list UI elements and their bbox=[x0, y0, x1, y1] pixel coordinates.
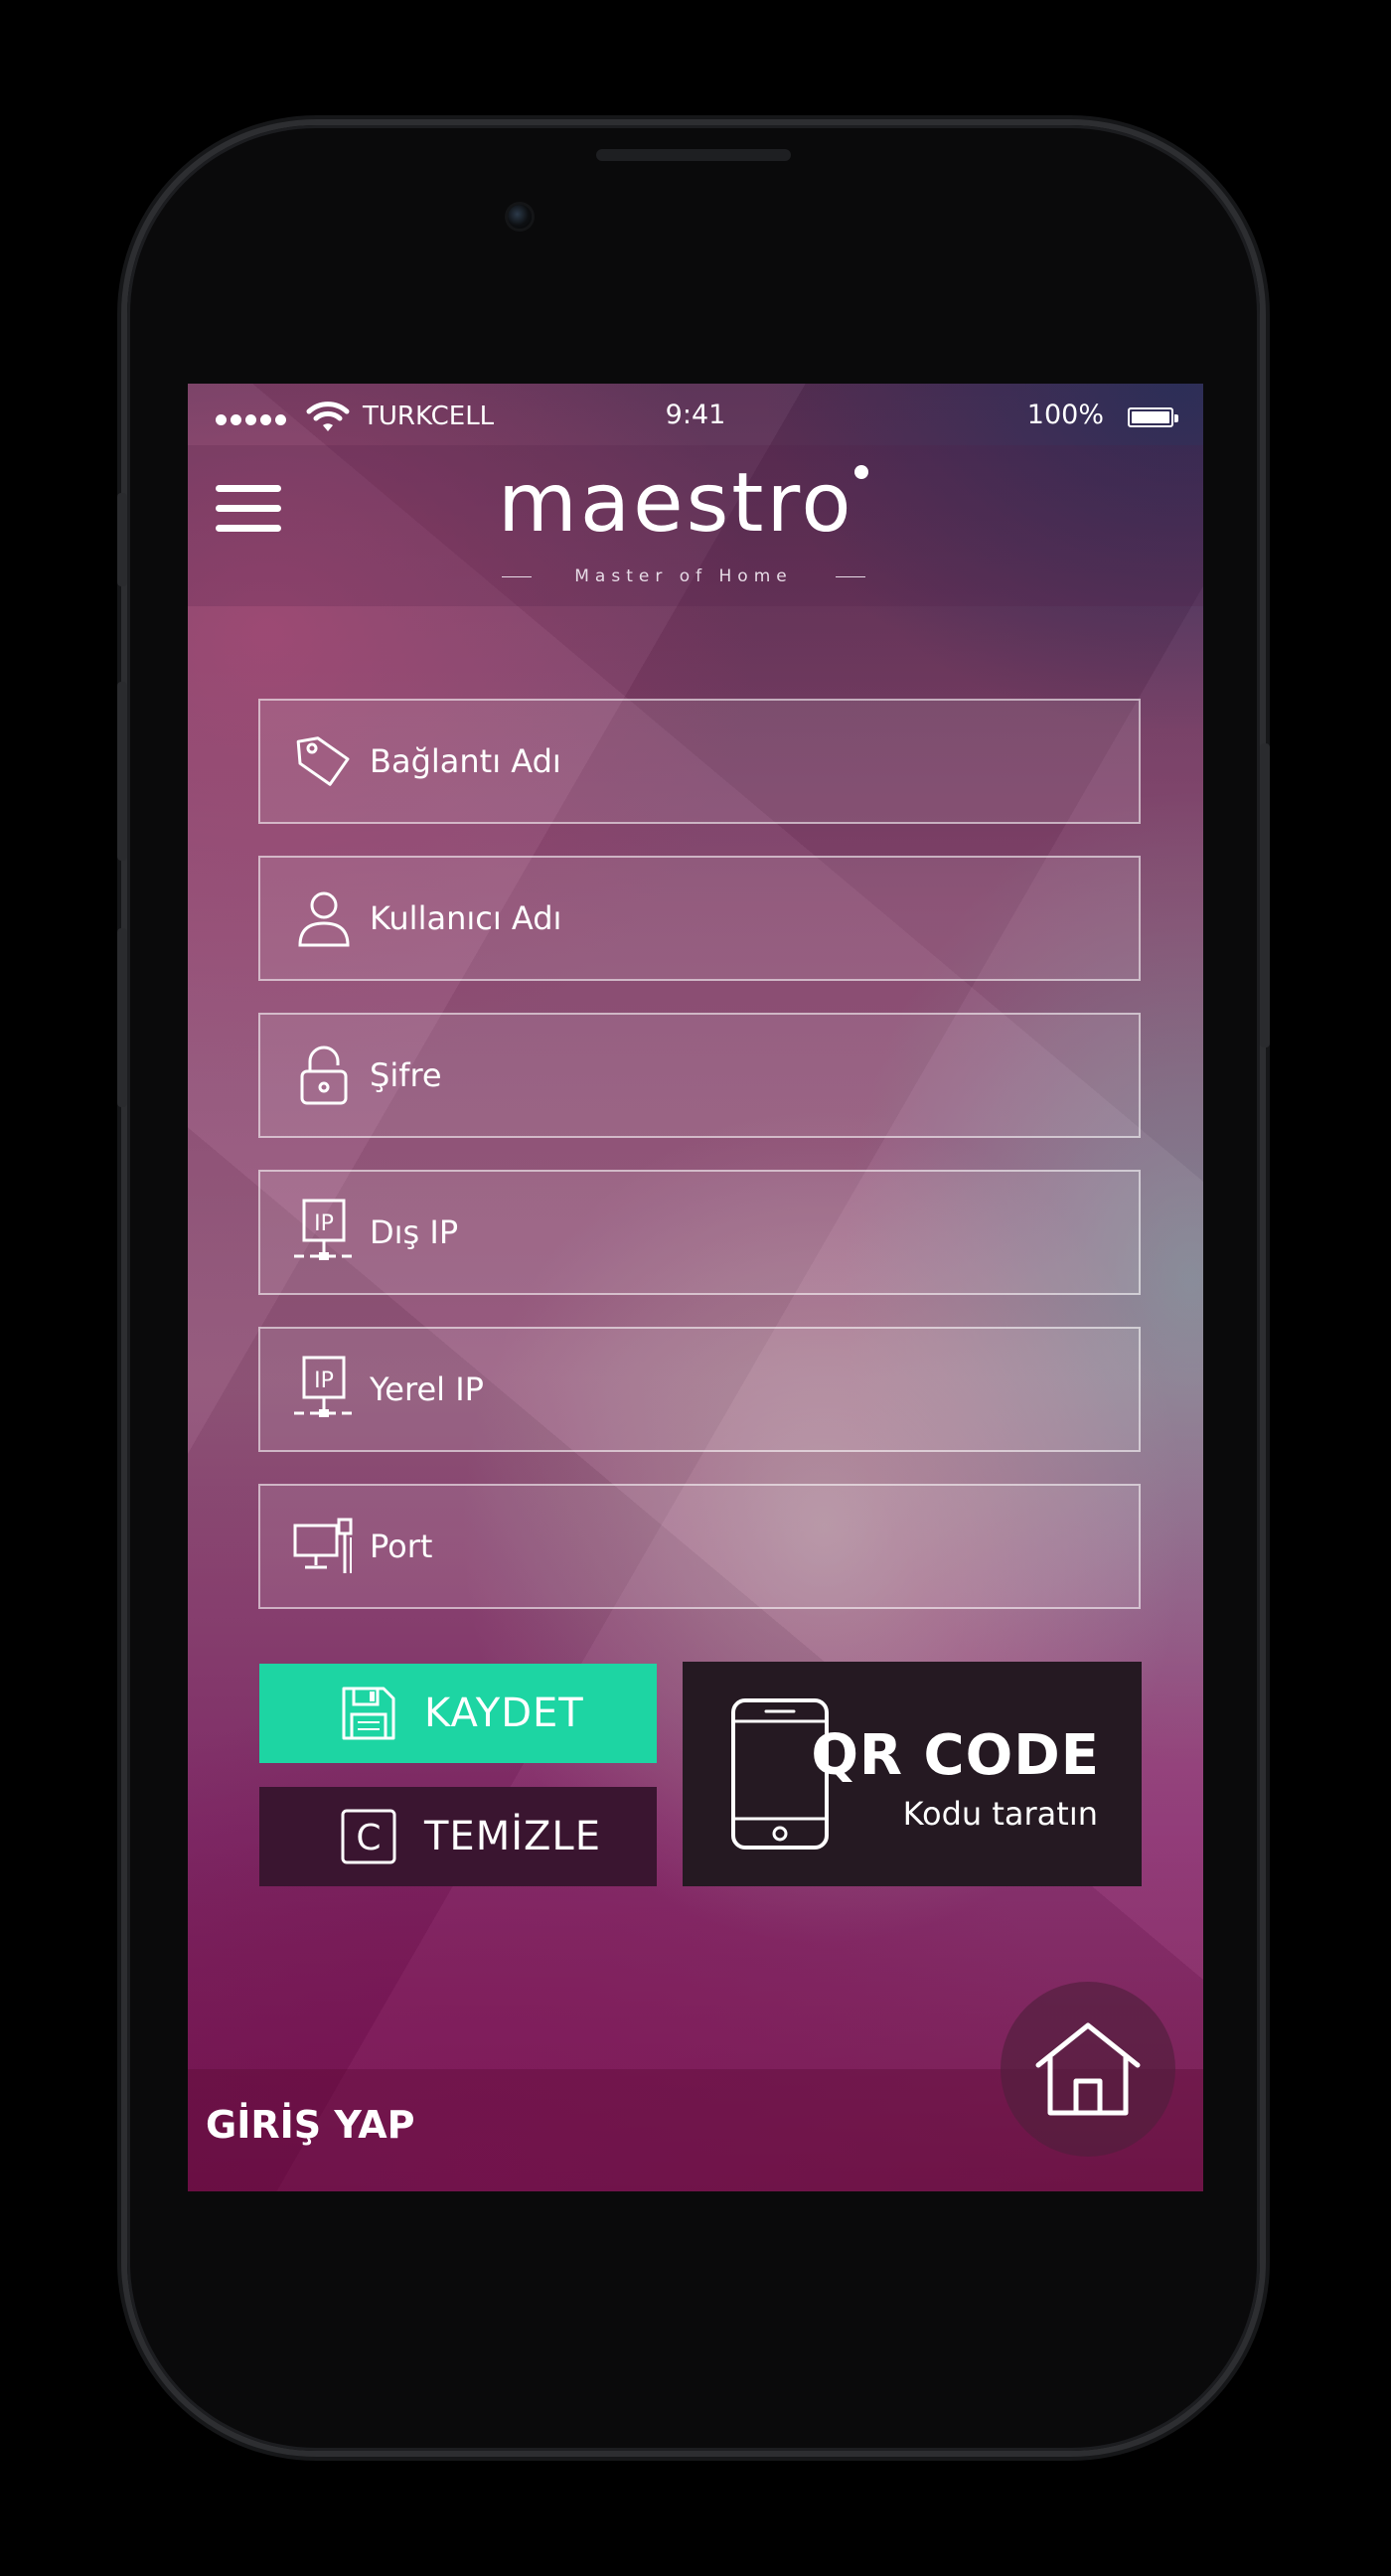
save-button[interactable]: KAYDET bbox=[259, 1664, 657, 1763]
username-field[interactable]: Kullanıcı Adı bbox=[258, 856, 1141, 981]
tag-icon bbox=[284, 726, 364, 796]
app-header: maestro Master of Home bbox=[188, 445, 1203, 606]
svg-text:IP: IP bbox=[314, 1368, 334, 1393]
clear-button[interactable]: C TEMİZLE bbox=[259, 1787, 657, 1886]
earpiece-speaker bbox=[596, 149, 791, 161]
logo-tagline: Master of Home bbox=[502, 566, 865, 586]
side-button-power bbox=[1260, 743, 1270, 1047]
local-ip-field[interactable]: IP Yerel IP bbox=[258, 1327, 1141, 1452]
qr-code-scan-button[interactable]: QR CODE Kodu taratın bbox=[683, 1662, 1142, 1886]
connection-name-field[interactable]: Bağlantı Adı bbox=[258, 699, 1141, 824]
clear-button-label: TEMİZLE bbox=[424, 1814, 601, 1859]
svg-text:IP: IP bbox=[314, 1211, 334, 1236]
login-button[interactable]: GİRİŞ YAP bbox=[206, 2103, 414, 2147]
battery-icon bbox=[1128, 407, 1178, 427]
username-placeholder: Kullanıcı Adı bbox=[370, 899, 562, 937]
maestro-logo: maestro bbox=[498, 463, 868, 545]
qr-code-subtitle: Kodu taratın bbox=[902, 1795, 1098, 1833]
app-screen: TURKCELL 9:41 100% maestro Master of Hom… bbox=[188, 384, 1203, 2191]
side-button-volume-down bbox=[117, 928, 127, 1107]
port-placeholder: Port bbox=[370, 1528, 433, 1565]
ip-network-icon: IP bbox=[284, 1198, 364, 1267]
external-ip-placeholder: Dış IP bbox=[370, 1213, 459, 1251]
clear-c-icon: C bbox=[339, 1807, 398, 1866]
side-button-mute bbox=[117, 493, 127, 586]
user-icon bbox=[284, 884, 364, 953]
lock-icon bbox=[284, 1041, 364, 1110]
status-bar: TURKCELL 9:41 100% bbox=[188, 384, 1203, 445]
home-icon bbox=[1035, 2022, 1141, 2116]
home-button[interactable] bbox=[1001, 1982, 1175, 2157]
front-camera bbox=[508, 205, 532, 229]
floppy-disk-icon bbox=[339, 1684, 398, 1743]
ip-network-icon: IP bbox=[284, 1355, 364, 1424]
svg-text:C: C bbox=[356, 1818, 381, 1858]
qr-code-title: QR CODE bbox=[811, 1723, 1100, 1788]
port-field[interactable]: Port bbox=[258, 1484, 1141, 1609]
external-ip-field[interactable]: IP Dış IP bbox=[258, 1170, 1141, 1295]
computer-port-icon bbox=[284, 1512, 364, 1581]
side-button-volume-up bbox=[117, 682, 127, 861]
local-ip-placeholder: Yerel IP bbox=[370, 1370, 484, 1408]
password-field[interactable]: Şifre bbox=[258, 1013, 1141, 1138]
battery-percentage: 100% bbox=[1026, 400, 1104, 430]
hamburger-menu-button[interactable] bbox=[216, 485, 285, 547]
connection-name-placeholder: Bağlantı Adı bbox=[370, 742, 561, 780]
save-button-label: KAYDET bbox=[424, 1690, 584, 1736]
password-placeholder: Şifre bbox=[370, 1056, 442, 1094]
menu-icon bbox=[216, 485, 281, 492]
